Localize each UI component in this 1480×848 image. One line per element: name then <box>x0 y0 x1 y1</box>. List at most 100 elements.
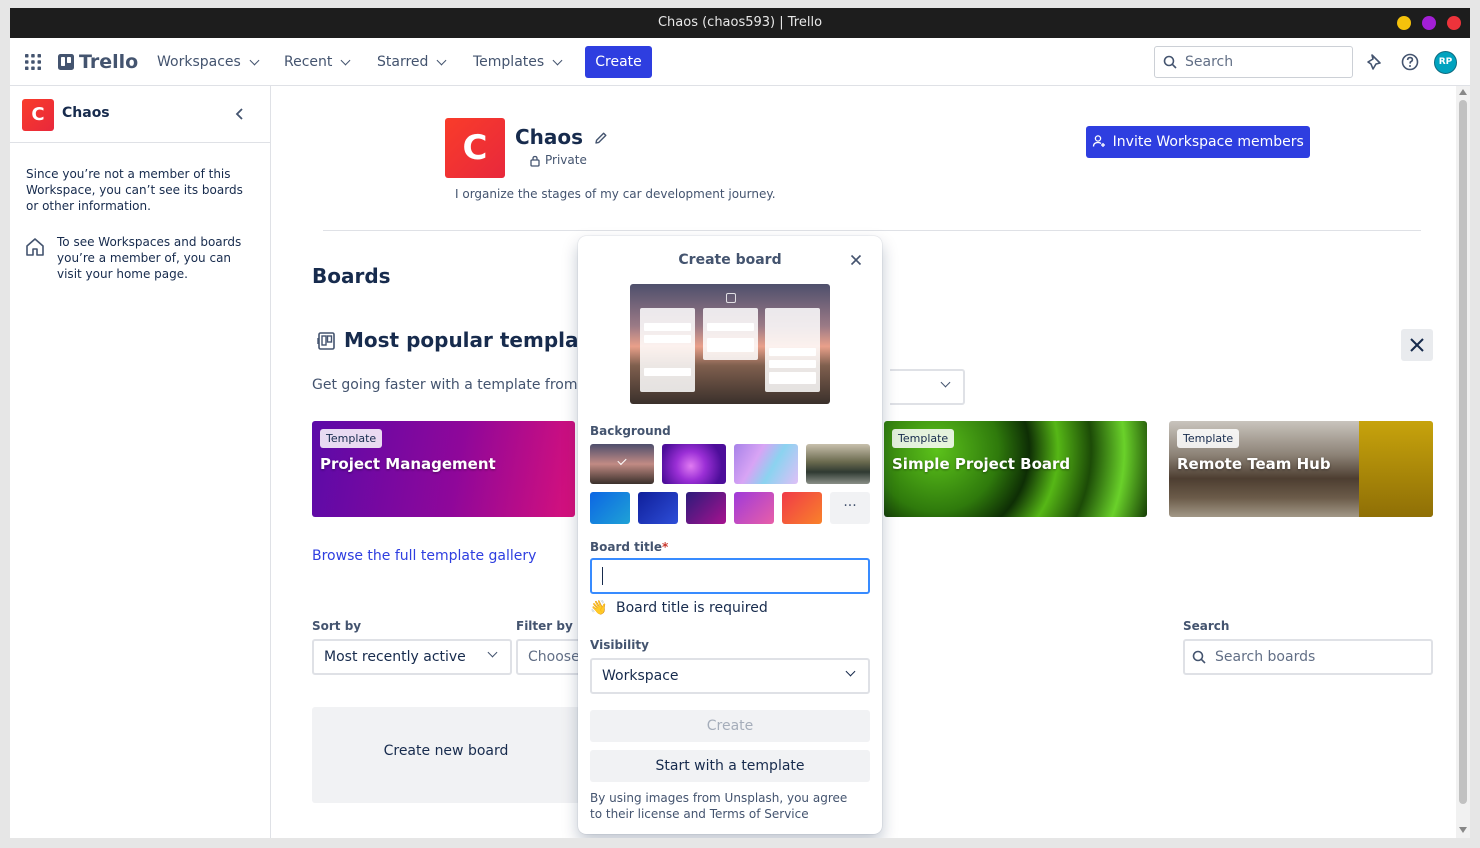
trello-brand: Trello <box>79 51 139 73</box>
home-icon <box>24 236 46 258</box>
background-photo-iridescent[interactable] <box>734 444 798 484</box>
window-title: Chaos (chaos593) | Trello <box>657 15 823 30</box>
nav-create-button[interactable]: Create <box>585 46 652 78</box>
title-caret <box>602 567 603 585</box>
help-icon[interactable] <box>1400 52 1420 72</box>
template-badge: Template <box>892 429 955 448</box>
lock-icon <box>529 155 541 167</box>
sidebar-workspace-logo: C <box>22 99 54 131</box>
background-photo-sunset[interactable] <box>590 444 654 484</box>
template-category-select[interactable] <box>890 369 965 405</box>
template-name: Remote Team Hub <box>1177 455 1331 473</box>
board-title-error: Board title is required <box>616 600 768 616</box>
notifications-icon[interactable] <box>1365 52 1385 72</box>
preview-list <box>703 308 758 360</box>
background-color-blue[interactable] <box>590 492 630 524</box>
scroll-up-arrow-icon[interactable] <box>1459 89 1467 95</box>
search-boards-input[interactable]: Search boards <box>1183 639 1433 675</box>
background-color-pink[interactable] <box>734 492 774 524</box>
minimize-window-button[interactable] <box>1397 16 1411 30</box>
workspace-description: I organize the stages of my car developm… <box>455 187 776 201</box>
unsplash-terms-notice: By using images from Unsplash, you agree… <box>590 791 848 821</box>
workspace-logo: C <box>445 118 505 178</box>
board-title-input[interactable] <box>590 558 870 594</box>
background-photo-purple[interactable] <box>662 444 726 484</box>
search-icon <box>1192 650 1206 664</box>
checkmark-icon <box>617 455 627 466</box>
browse-template-gallery-link[interactable]: Browse the full template gallery <box>312 548 536 564</box>
trello-home-link[interactable]: Trello <box>58 50 138 74</box>
template-badge: Template <box>1177 429 1240 448</box>
chevron-down-icon <box>487 647 498 658</box>
create-board-submit-button[interactable]: Create <box>590 710 870 742</box>
nav-workspaces-menu[interactable]: Workspaces <box>157 38 260 86</box>
chevron-down-icon <box>340 55 351 65</box>
template-name: Simple Project Board <box>892 455 1071 473</box>
workspace-sidebar: C Chaos Since you’re not a member of thi… <box>10 86 271 838</box>
sidebar-workspace-name: Chaos <box>62 105 110 121</box>
background-color-orange[interactable] <box>782 492 822 524</box>
invite-members-button[interactable]: Invite Workspace members <box>1086 126 1310 158</box>
close-templates-button[interactable] <box>1401 329 1433 361</box>
sidebar-workspace-initial: C <box>31 104 45 125</box>
nav-recent-label: Recent <box>284 54 333 70</box>
board-title-label-text: Board title <box>590 540 663 554</box>
app-switcher-icon[interactable] <box>25 54 41 70</box>
scroll-down-arrow-icon[interactable] <box>1459 827 1467 833</box>
window-titlebar: Chaos (chaos593) | Trello <box>10 8 1470 38</box>
board-preview <box>630 284 830 404</box>
preview-list <box>640 308 695 392</box>
add-person-icon <box>1093 135 1106 147</box>
sort-by-select[interactable]: Most recently active <box>312 639 512 675</box>
chevron-down-icon <box>552 55 563 65</box>
create-new-board-tile[interactable]: Create new board <box>312 707 580 803</box>
create-board-title: Create board <box>678 252 782 268</box>
chevron-down-icon <box>249 55 260 65</box>
maximize-window-button[interactable] <box>1422 16 1436 30</box>
background-color-purple[interactable] <box>686 492 726 524</box>
sidebar-home-notice[interactable]: To see Workspaces and boards you’re a me… <box>57 234 252 282</box>
page-scrollbar[interactable] <box>1456 86 1470 838</box>
close-popover-button[interactable] <box>848 252 864 268</box>
nav-templates-label: Templates <box>473 54 545 70</box>
nav-recent-menu[interactable]: Recent <box>284 38 351 86</box>
sidebar-header: C Chaos <box>10 86 270 143</box>
nav-search-placeholder: Search <box>1185 54 1234 70</box>
collapse-sidebar-button[interactable] <box>232 106 248 122</box>
background-photo-lake[interactable] <box>806 444 870 484</box>
search-boards-label: Search <box>1183 619 1230 633</box>
scrollbar-thumb[interactable] <box>1459 100 1467 804</box>
nav-starred-menu[interactable]: Starred <box>377 38 447 86</box>
trello-logo-icon <box>58 54 74 70</box>
board-title-label: Board title* <box>590 540 668 554</box>
template-card-simple-project-board[interactable]: Template Simple Project Board <box>884 421 1147 517</box>
templates-subtext: Get going faster with a template from th… <box>312 377 605 393</box>
more-backgrounds-button[interactable]: ··· <box>830 492 870 524</box>
template-card-remote-team-hub[interactable]: Template Remote Team Hub <box>1169 421 1433 517</box>
nav-search-input[interactable]: Search <box>1154 46 1353 78</box>
visibility-select[interactable]: Workspace <box>590 658 870 694</box>
templates-heading: Most popular templates <box>344 328 614 352</box>
top-navigation: Trello Workspaces Recent Starred Templat… <box>10 38 1470 86</box>
avatar[interactable]: RP <box>1434 51 1457 74</box>
chevron-down-icon <box>940 377 951 388</box>
start-with-template-button[interactable]: Start with a template <box>590 750 870 782</box>
workspace-privacy: Private <box>545 153 587 167</box>
nav-templates-menu[interactable]: Templates <box>473 38 563 86</box>
chevron-down-icon <box>436 55 447 65</box>
required-mark: * <box>662 540 669 554</box>
edit-workspace-icon[interactable] <box>594 131 608 145</box>
template-card-project-management[interactable]: Template Project Management <box>312 421 575 517</box>
filter-by-label: Filter by <box>516 619 573 633</box>
close-window-button[interactable] <box>1447 16 1461 30</box>
preview-board-icon <box>726 293 736 303</box>
sort-by-value: Most recently active <box>324 649 466 665</box>
sort-by-label: Sort by <box>312 619 362 633</box>
close-icon <box>1410 338 1424 352</box>
background-color-dark-blue[interactable] <box>638 492 678 524</box>
close-icon <box>850 254 862 266</box>
create-board-popover: Create board Background ··· Board title*… <box>578 236 882 834</box>
workspace-initial: C <box>462 128 488 168</box>
avatar-initials: RP <box>1438 57 1453 67</box>
header-divider <box>323 230 1421 231</box>
